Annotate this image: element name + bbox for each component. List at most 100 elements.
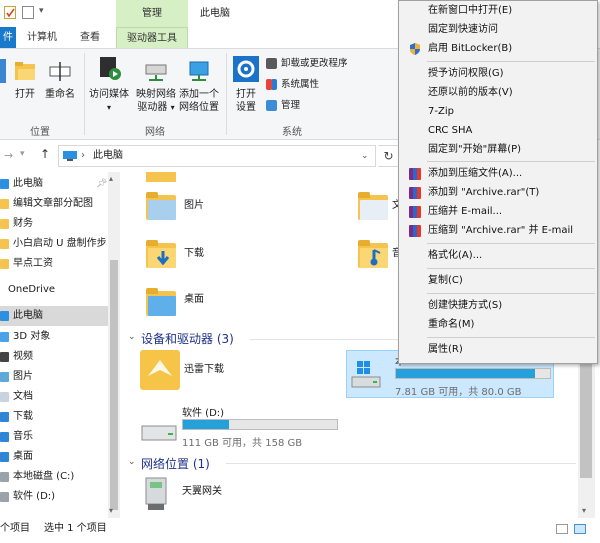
menu-separator	[427, 61, 595, 62]
music-folder-icon[interactable]	[358, 240, 388, 268]
nav-item-folder[interactable]: 小白启动 U 盘制作步	[0, 234, 108, 254]
new-folder-quick-icon[interactable]	[22, 6, 34, 19]
menu-item-open-new-window[interactable]: 在新窗口中打开(E)	[399, 1, 597, 21]
drive-icon[interactable]	[140, 420, 180, 444]
nav-label: 财务	[13, 218, 33, 229]
tianyi-gateway-label[interactable]: 天翼网关	[182, 482, 222, 497]
winrar-icon	[409, 187, 421, 199]
partial-folder-icon[interactable]	[146, 172, 176, 182]
menu-item-bitlocker[interactable]: 启用 BitLocker(B)	[399, 39, 597, 59]
nav-item-onedrive[interactable]: OneDrive	[0, 280, 108, 300]
nav-label: 早点工资	[13, 258, 53, 269]
pin-button[interactable]	[0, 59, 6, 88]
tab-computer[interactable]: 计算机	[22, 27, 62, 48]
uninstall-program-button[interactable]: 卸载或更改程序	[266, 55, 348, 72]
history-dropdown-icon[interactable]: ▾	[20, 149, 25, 159]
address-bar[interactable]: › 此电脑 ⌄	[58, 145, 376, 167]
folder-pictures-label[interactable]: 图片	[184, 196, 204, 211]
large-icons-view-icon[interactable]	[574, 524, 586, 534]
nav-scrollbar-thumb[interactable]	[110, 260, 118, 510]
scroll-down-icon[interactable]: ▾	[582, 506, 586, 515]
nav-item-drive-c[interactable]: 本地磁盘 (C:)	[0, 467, 108, 487]
properties-quick-icon[interactable]	[4, 6, 16, 19]
folder-downloads-label[interactable]: 下载	[184, 244, 204, 259]
menu-item-compress-email[interactable]: 压缩并 E-mail...	[399, 202, 597, 222]
details-view-icon[interactable]	[556, 524, 568, 534]
folder-icon	[0, 239, 9, 249]
network-section-header[interactable]: 网络位置 (1)	[141, 455, 210, 472]
manage-button[interactable]: 管理	[266, 97, 300, 114]
documents-folder-icon[interactable]	[358, 192, 388, 220]
nav-item-videos[interactable]: 视频	[0, 347, 108, 367]
folder-icon	[0, 199, 9, 209]
open-settings-button[interactable]: 打开 设置	[232, 55, 260, 114]
downloads-folder-icon[interactable]	[146, 240, 176, 268]
menu-item-rename[interactable]: 重命名(M)	[399, 315, 597, 335]
tab-file[interactable]: 件	[0, 27, 16, 48]
menu-item-7zip[interactable]: 7-Zip	[399, 102, 597, 122]
desktop-folder-icon[interactable]	[146, 288, 176, 316]
nav-item-music[interactable]: 音乐	[0, 427, 108, 447]
folder-desktop-label[interactable]: 桌面	[184, 290, 204, 305]
ribbon-divider	[84, 53, 85, 135]
xunlei-label[interactable]: 迅雷下载	[184, 360, 224, 375]
address-path: 此电脑	[93, 150, 123, 161]
nav-item-this-pc[interactable]: 此电脑	[0, 306, 108, 326]
quick-access-dropdown-icon[interactable]: ▾	[39, 6, 44, 16]
nav-item-desktop[interactable]: 桌面	[0, 447, 108, 467]
pictures-folder-icon[interactable]	[146, 192, 176, 220]
network-device-icon[interactable]	[142, 474, 172, 514]
section-collapse-chevron-icon[interactable]: ⌄	[128, 332, 136, 342]
system-properties-button[interactable]: 系统属性	[266, 76, 319, 93]
nav-item-this-pc-quick[interactable]: 此电脑 📌︎	[0, 174, 108, 194]
menu-label: 还原以前的版本(V)	[428, 87, 513, 98]
scroll-down-icon[interactable]: ▾	[109, 506, 113, 515]
navigation-pane: 此电脑 📌︎ 编辑文章部分配图 财务 小白启动 U 盘制作步 早点工资 OneD…	[0, 172, 120, 518]
nav-item-documents[interactable]: 文档	[0, 387, 108, 407]
music-note-icon	[0, 432, 9, 442]
menu-item-pin-quick-access[interactable]: 固定到快速访问	[399, 20, 597, 40]
nav-item-folder[interactable]: 财务	[0, 214, 108, 234]
scroll-up-icon[interactable]: ▴	[109, 174, 113, 183]
menu-label: 添加到压缩文件(A)...	[428, 168, 523, 179]
tab-drive-tools[interactable]: 驱动器工具	[116, 27, 188, 48]
add-network-location-button[interactable]: 添加一个 网络位置	[178, 59, 220, 114]
menu-item-add-archive[interactable]: 添加到压缩文件(A)...	[399, 164, 597, 184]
refresh-button[interactable]: ↻	[378, 145, 400, 167]
manage-label: 管理	[281, 100, 301, 111]
map-network-drive-button[interactable]: 映射网络 驱动器 ▾	[134, 59, 178, 114]
nav-item-downloads[interactable]: 下载	[0, 407, 108, 427]
group-location-label: 位置	[30, 127, 50, 138]
group-system-label: 系统	[282, 127, 302, 138]
drive-d-label[interactable]: 软件 (D:)	[182, 404, 224, 419]
nav-item-3d-objects[interactable]: 3D 对象	[0, 327, 108, 347]
nav-item-pictures[interactable]: 图片	[0, 367, 108, 387]
up-arrow-icon[interactable]: ↑	[40, 147, 50, 161]
devices-section-header[interactable]: 设备和驱动器 (3)	[141, 330, 234, 347]
drive-icon	[0, 472, 9, 482]
menu-item-copy[interactable]: 复制(C)	[399, 271, 597, 291]
access-media-button[interactable]: 访问媒体 ▾	[88, 55, 130, 114]
nav-label: 桌面	[13, 451, 33, 462]
open-label: 打开	[15, 89, 35, 100]
menu-item-crc-sha[interactable]: CRC SHA	[399, 121, 597, 141]
nav-item-drive-d[interactable]: 软件 (D:)	[0, 487, 108, 507]
menu-item-compress-rar-email[interactable]: 压缩到 "Archive.rar" 并 E-mail	[399, 221, 597, 241]
open-button[interactable]: 打开	[12, 59, 38, 101]
rename-button[interactable]: 重命名	[44, 59, 76, 101]
menu-item-create-shortcut[interactable]: 创建快捷方式(S)	[399, 296, 597, 316]
menu-item-properties[interactable]: 属性(R)	[399, 340, 597, 360]
menu-item-restore-versions[interactable]: 还原以前的版本(V)	[399, 83, 597, 103]
back-arrow-icon[interactable]: →	[4, 149, 13, 162]
address-dropdown-icon[interactable]: ⌄	[361, 146, 369, 166]
tab-view[interactable]: 查看	[72, 27, 108, 48]
section-collapse-chevron-icon[interactable]: ⌄	[128, 457, 136, 467]
nav-item-folder[interactable]: 编辑文章部分配图	[0, 194, 108, 214]
menu-item-format[interactable]: 格式化(A)...	[399, 246, 597, 266]
menu-label: 启用 BitLocker(B)	[428, 43, 513, 54]
menu-item-grant-access[interactable]: 授予访问权限(G)	[399, 64, 597, 84]
menu-item-pin-start[interactable]: 固定到"开始"屏幕(P)	[399, 140, 597, 160]
xunlei-bird-icon[interactable]	[140, 350, 180, 390]
nav-item-folder[interactable]: 早点工资	[0, 254, 108, 274]
menu-item-add-archive-rar[interactable]: 添加到 "Archive.rar"(T)	[399, 183, 597, 203]
